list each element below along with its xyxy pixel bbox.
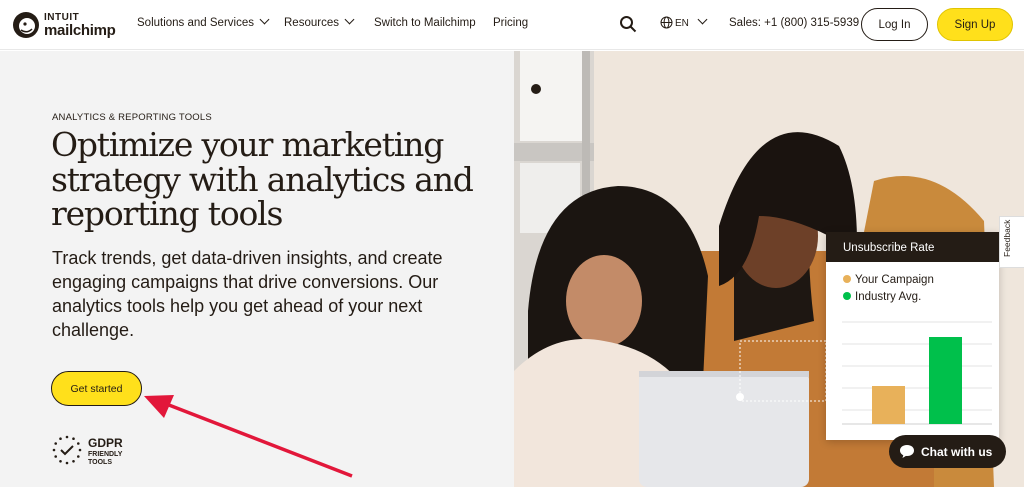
nav-pricing[interactable]: Pricing — [493, 17, 528, 29]
feedback-tab[interactable]: Feedback — [999, 216, 1024, 268]
nav-resources-label: Resources — [284, 17, 339, 29]
unsubscribe-rate-card: Unsubscribe Rate Your Campaign Industry … — [826, 232, 999, 440]
bar-chart — [842, 321, 992, 425]
bar-your-campaign — [872, 386, 905, 424]
brand-bottom: mailchimp — [44, 22, 116, 39]
gdpr-sub-1: FRIENDLY — [88, 451, 123, 458]
gdpr-sub-2: TOOLS — [88, 459, 112, 466]
chevron-down-icon — [697, 14, 708, 25]
chevron-down-icon — [259, 14, 270, 25]
signup-button[interactable]: Sign Up — [937, 8, 1013, 41]
nav-solutions[interactable]: Solutions and Services — [137, 14, 270, 29]
nav-solutions-label: Solutions and Services — [137, 17, 254, 29]
chevron-down-icon — [344, 14, 355, 25]
chat-label: Chat with us — [921, 444, 993, 459]
nav-resources[interactable]: Resources — [284, 14, 355, 29]
globe-icon — [660, 16, 673, 29]
eyebrow-text: ANALYTICS & REPORTING TOOLS — [52, 112, 212, 123]
gdpr-subtitle: FRIENDLY TOOLS — [88, 451, 122, 467]
gdpr-title: GDPR — [88, 436, 123, 450]
search-icon[interactable] — [619, 15, 637, 33]
login-button[interactable]: Log In — [861, 8, 928, 41]
chat-bubble-icon — [900, 445, 914, 458]
get-started-button[interactable]: Get started — [51, 371, 142, 406]
gdpr-stars-icon — [52, 435, 82, 465]
language-label: EN — [675, 18, 689, 29]
page-title: Optimize your marketing strategy with an… — [51, 125, 474, 233]
mailchimp-logo[interactable]: INTUIT mailchimp — [12, 9, 120, 41]
nav-switch[interactable]: Switch to Mailchimp — [374, 17, 476, 29]
feedback-label: Feedback — [1002, 219, 1012, 257]
language-selector[interactable]: EN — [660, 14, 708, 29]
annotation-arrow — [144, 395, 353, 478]
gdpr-badge: GDPR FRIENDLY TOOLS — [51, 434, 141, 470]
freddie-logo-icon — [13, 12, 39, 38]
top-nav: INTUIT mailchimp Solutions and Services … — [0, 0, 1024, 50]
sales-phone[interactable]: Sales: +1 (800) 315-5939 — [729, 17, 859, 29]
chat-button[interactable]: Chat with us — [889, 435, 1006, 468]
bar-industry-avg — [929, 337, 962, 424]
hero-description: Track trends, get data-driven insights, … — [52, 248, 443, 340]
